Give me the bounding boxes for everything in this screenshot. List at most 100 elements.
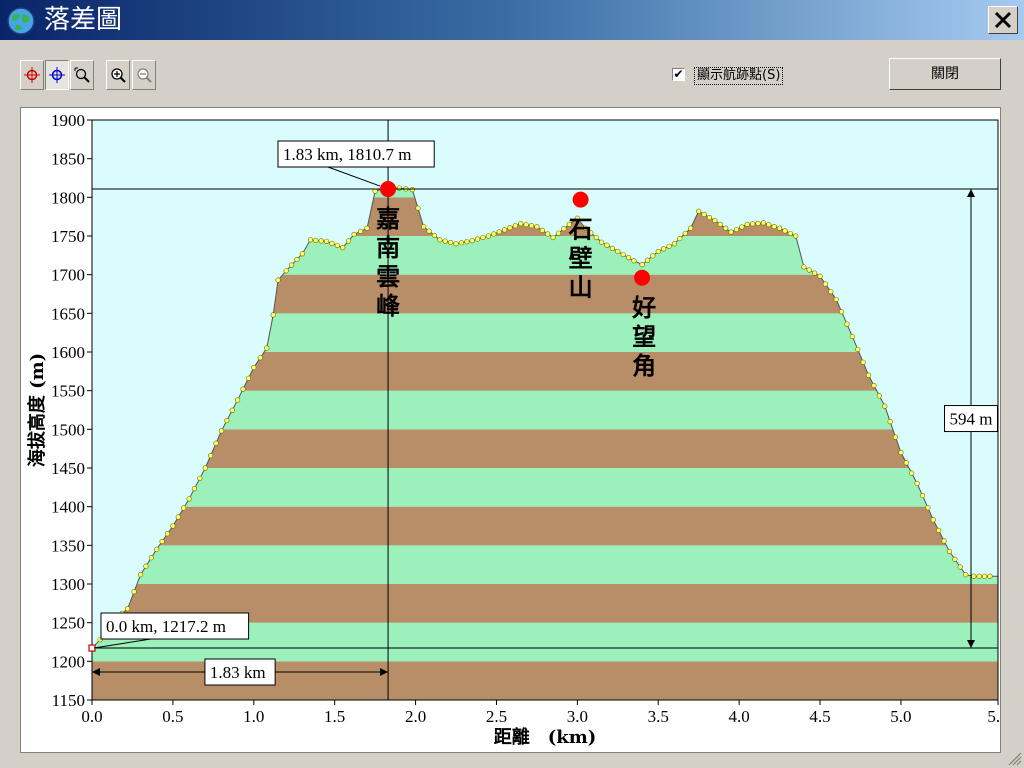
track-point: [733, 226, 740, 233]
zoom-in-button[interactable]: [106, 60, 130, 90]
track-point: [251, 364, 257, 371]
track-point: [364, 225, 370, 231]
x-tick-label: 2.0: [405, 707, 426, 726]
x-axis-label: 距離 (km): [494, 726, 597, 748]
track-point: [299, 251, 305, 257]
track-point: [213, 440, 219, 446]
track-point: [728, 229, 734, 235]
track-point: [801, 264, 807, 270]
track-point: [197, 475, 203, 481]
show-points-label: 顯示航跡點(S): [694, 67, 784, 85]
track-point: [496, 229, 502, 235]
y-axis-label: 海拔高度 (m): [26, 353, 48, 467]
waypoint-label-char: 壁: [569, 245, 593, 273]
track-point: [696, 208, 702, 214]
crosshair-blue-button[interactable]: [45, 60, 69, 90]
y-tick-label: 1600: [51, 343, 85, 362]
track-point: [345, 238, 352, 244]
x-tick-label: 5.6: [987, 707, 1000, 726]
waypoint-marker[interactable]: [572, 191, 589, 208]
track-point: [539, 227, 545, 233]
track-point: [458, 240, 465, 246]
track-point: [892, 434, 899, 440]
y-tick-label: 1200: [51, 652, 85, 671]
elevation-chart[interactable]: 0.00.51.01.52.02.53.03.54.04.55.05.61900…: [21, 108, 1000, 752]
waypoint-label-char: 石: [568, 216, 593, 244]
track-point: [828, 289, 834, 295]
track-point: [782, 228, 788, 234]
track-point: [426, 228, 432, 234]
crosshair-blue-icon: [49, 67, 65, 83]
track-point: [849, 333, 855, 340]
y-tick-label: 1700: [51, 266, 85, 285]
track-point: [631, 258, 637, 264]
track-point: [396, 185, 402, 191]
y-tick-label: 1800: [51, 188, 85, 207]
track-point: [620, 251, 626, 258]
track-point: [294, 256, 300, 263]
track-point: [671, 241, 678, 247]
track-point: [898, 449, 904, 456]
crosshair-red-button[interactable]: [20, 60, 44, 90]
track-point: [766, 222, 772, 228]
track-point: [474, 236, 481, 242]
track-point: [464, 239, 470, 245]
track-point: [776, 225, 783, 231]
zoom-in-icon: [111, 68, 126, 83]
track-point: [159, 538, 165, 545]
start-readout: 0.0 km, 1217.2 m: [106, 617, 226, 636]
track-point: [218, 428, 225, 434]
track-point: [909, 470, 915, 476]
track-point: [677, 235, 683, 242]
checkbox-box[interactable]: ✔: [672, 68, 685, 81]
track-point: [812, 270, 818, 276]
elevation-chart-panel: 0.00.51.01.52.02.53.03.54.04.55.05.61900…: [20, 107, 1001, 753]
track-point: [307, 237, 314, 243]
track-point: [625, 255, 632, 261]
window-close-button[interactable]: [988, 6, 1018, 34]
track-point: [534, 224, 540, 230]
track-point: [887, 419, 893, 425]
zoom-region-button[interactable]: [70, 60, 94, 90]
y-tick-label: 1500: [51, 420, 85, 439]
track-point: [283, 268, 289, 274]
track-point: [639, 262, 645, 268]
track-point: [270, 312, 276, 318]
track-point: [334, 242, 340, 249]
waypoint-label-char: 峰: [376, 292, 400, 320]
distance-label: 1.83 km: [210, 663, 266, 682]
track-point: [833, 296, 839, 303]
close-button[interactable]: 關閉: [889, 58, 1001, 90]
y-tick-label: 1150: [52, 691, 85, 710]
waypoint-label-char: 好: [631, 294, 656, 322]
track-point: [550, 234, 556, 241]
track-point: [723, 225, 729, 231]
x-tick-label: 5.0: [890, 707, 911, 726]
resize-grip-icon[interactable]: [1006, 750, 1022, 766]
track-point: [930, 517, 936, 523]
waypoint-label-char: 山: [569, 274, 593, 302]
waypoint-label-char: 角: [632, 352, 656, 380]
zoom-out-button[interactable]: [132, 60, 156, 90]
track-point: [235, 397, 241, 403]
track-point: [202, 465, 208, 471]
track-point: [224, 417, 230, 424]
track-point: [421, 224, 427, 230]
title-bar[interactable]: 落差圖: [0, 0, 1024, 40]
track-point: [717, 221, 723, 227]
cursor-readout: 1.83 km, 1810.7 m: [283, 145, 411, 164]
waypoint-marker[interactable]: [634, 269, 651, 286]
track-point: [485, 233, 491, 239]
close-icon: [994, 11, 1012, 29]
track-point: [148, 555, 154, 561]
track-point: [437, 237, 443, 243]
track-point: [860, 359, 866, 365]
waypoint-label-char: 望: [632, 323, 656, 351]
elevation-band: [92, 429, 998, 468]
track-point: [706, 214, 713, 221]
waypoint-marker[interactable]: [380, 181, 397, 198]
track-point: [491, 231, 497, 237]
track-point: [793, 233, 799, 239]
track-point: [131, 589, 137, 595]
track-point: [154, 546, 160, 552]
